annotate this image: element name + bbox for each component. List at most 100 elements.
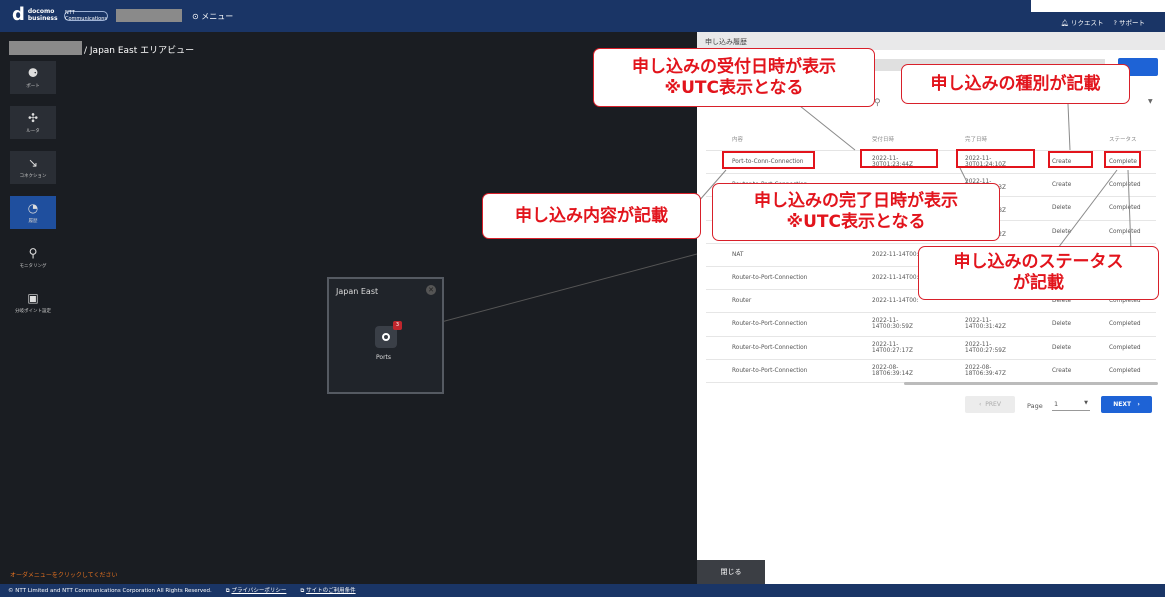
cell-status: Completed: [1109, 182, 1141, 189]
footer: © NTT Limited and NTT Communications Cor…: [0, 584, 1165, 597]
top-bar: d docomo business NTT Communications ⊙ メニ…: [0, 0, 1165, 32]
sidebar: ⚈ ポート ✣ ルータ ↘ コネクション ◔ 履歴 ⚲ モニタリング ▣ 分岐ポ…: [10, 61, 56, 331]
close-icon[interactable]: ✕: [426, 285, 436, 295]
docomo-business-logo[interactable]: d docomo business: [12, 6, 58, 24]
cell-status: Completed: [1109, 367, 1141, 374]
cell-received: 2022-08-18T06:39:14Z: [872, 364, 913, 377]
port-count-badge: 3: [393, 321, 402, 330]
cell-content: Router-to-Port-Connection: [732, 321, 808, 328]
page-label: Page: [1027, 402, 1043, 410]
help-icon: ?: [1113, 19, 1117, 27]
logo-line1: docomo: [27, 8, 55, 15]
redacted-name: [116, 9, 182, 22]
chevron-down-icon[interactable]: ▼: [1148, 98, 1153, 105]
terms-link[interactable]: ⧉ サイトのご利用条件: [300, 586, 355, 595]
cell-type: Create: [1052, 182, 1072, 189]
cell-completed: 2022-11-14T00:31:42Z: [965, 318, 1006, 331]
cell-status: Completed: [1109, 344, 1141, 351]
col-received[interactable]: 受付日時: [846, 135, 939, 143]
history-panel: 申し込み履歴 ⚲ ▼ 内容 受付日時 完了日時 ステータス Port-to-Co…: [697, 32, 1165, 584]
copyright: © NTT Limited and NTT Communications Cor…: [8, 587, 212, 594]
col-status[interactable]: ステータス: [1084, 135, 1156, 143]
table-header: 内容 受付日時 完了日時 ステータス: [706, 127, 1156, 151]
privacy-link[interactable]: ⧉ プライバシーポリシー: [226, 586, 287, 595]
prev-button[interactable]: ‹ PREV: [965, 396, 1015, 413]
order-message: オーダメニューをクリックしてください: [10, 572, 118, 579]
col-completed[interactable]: 完了日時: [939, 135, 1032, 143]
cell-content: Router-to-Port-Connection: [732, 344, 808, 351]
cell-type: Create: [1052, 367, 1072, 374]
cell-completed: 2022-11-14T00:27:59Z: [965, 341, 1006, 354]
bell-icon: 🔔︎: [1060, 19, 1069, 27]
next-button[interactable]: NEXT ›: [1101, 396, 1152, 413]
distribution-point-icon: ▣: [27, 290, 39, 305]
cell-content: Router: [732, 298, 752, 305]
breadcrumb: / Japan East エリアビュー: [84, 46, 195, 56]
logo-line2: business: [27, 15, 58, 22]
port-dot: [382, 333, 390, 341]
ntt-logo: NTT Communications: [64, 10, 108, 22]
cell-type: Delete: [1052, 321, 1072, 328]
highlight-completed: [956, 149, 1035, 168]
cell-content: Router-to-Port-Connection: [732, 367, 808, 374]
cell-content: NAT: [732, 251, 744, 258]
sidebar-item-distribution-point[interactable]: ▣ 分岐ポイント設定: [10, 286, 56, 319]
col-content[interactable]: 内容: [706, 135, 846, 143]
redacted-breadcrumb: [9, 41, 82, 55]
area-card[interactable]: Japan East ✕ 3 Ports: [327, 277, 444, 394]
page-value: 1: [1054, 400, 1059, 408]
ports-label: Ports: [376, 354, 392, 361]
close-button[interactable]: 閉じる: [697, 560, 765, 584]
sidebar-label: 分岐ポイント設定: [15, 308, 51, 314]
sidebar-label: コネクション: [19, 173, 47, 179]
cell-content: Router-to-Port-Connection: [732, 275, 808, 282]
sidebar-label: 履歴: [28, 218, 38, 224]
cell-type: Delete: [1052, 228, 1072, 235]
ports-icon[interactable]: 3: [375, 321, 402, 348]
history-icon: ◔: [27, 200, 39, 215]
highlight-status: [1104, 151, 1141, 168]
connection-icon: ↘: [27, 155, 39, 170]
annotation-completed: 申し込みの完了日時が表示 ※UTC表示となる: [712, 183, 1000, 241]
cell-type: Delete: [1052, 344, 1072, 351]
request-link[interactable]: 🔔︎ リクエスト: [1061, 17, 1104, 27]
router-icon: ✣: [27, 110, 39, 125]
sidebar-item-connection[interactable]: ↘ コネクション: [10, 151, 56, 184]
top-right-blank: [1031, 0, 1165, 12]
cell-type: Delete: [1052, 205, 1072, 212]
cell-completed: 2022-08-18T06:39:47Z: [965, 364, 1006, 377]
page-select[interactable]: 1 ▼: [1052, 398, 1090, 411]
prev-label: PREV: [985, 401, 1001, 408]
highlight-received: [860, 149, 938, 168]
support-link[interactable]: ? サポート: [1113, 17, 1145, 27]
cell-status: Completed: [1109, 321, 1141, 328]
highlight-content: [722, 151, 815, 169]
sidebar-label: ルータ: [26, 128, 40, 134]
sidebar-item-history[interactable]: ◔ 履歴: [10, 196, 56, 229]
chevron-down-icon: ▼: [1084, 400, 1088, 406]
menu-link[interactable]: ⊙ メニュー: [192, 11, 233, 22]
table-row[interactable]: Router-to-Port-Connection 2022-08-18T06:3…: [706, 360, 1156, 383]
chevron-right-icon: ›: [1131, 401, 1140, 408]
logo-mark: d: [12, 4, 25, 25]
external-link-icon: ⧉: [300, 588, 305, 594]
horizontal-scrollbar[interactable]: [904, 382, 1158, 385]
sidebar-item-router[interactable]: ✣ ルータ: [10, 106, 56, 139]
privacy-label: プライバシーポリシー: [231, 588, 287, 594]
terms-label: サイトのご利用条件: [306, 588, 356, 594]
annotation-type: 申し込みの種別が記載: [901, 64, 1130, 104]
port-icon: ⚈: [27, 65, 39, 80]
annotation-content: 申し込み内容が記載: [482, 193, 701, 239]
external-link-icon: ⧉: [225, 588, 230, 594]
sidebar-item-monitoring[interactable]: ⚲ モニタリング: [10, 241, 56, 274]
cell-received: 2022-11-14T00:30:59Z: [872, 318, 913, 331]
cell-status: Completed: [1109, 205, 1141, 212]
cell-status: Completed: [1109, 228, 1141, 235]
sidebar-item-port[interactable]: ⚈ ポート: [10, 61, 56, 94]
annotation-status: 申し込みのステータス が記載: [918, 246, 1159, 300]
annotation-received: 申し込みの受付日時が表示 ※UTC表示となる: [593, 48, 875, 107]
sidebar-label: ポート: [26, 83, 40, 89]
table-row[interactable]: Router-to-Port-Connection 2022-11-14T00:2…: [706, 337, 1156, 360]
next-label: NEXT: [1113, 401, 1132, 408]
table-row[interactable]: Router-to-Port-Connection 2022-11-14T00:3…: [706, 313, 1156, 337]
